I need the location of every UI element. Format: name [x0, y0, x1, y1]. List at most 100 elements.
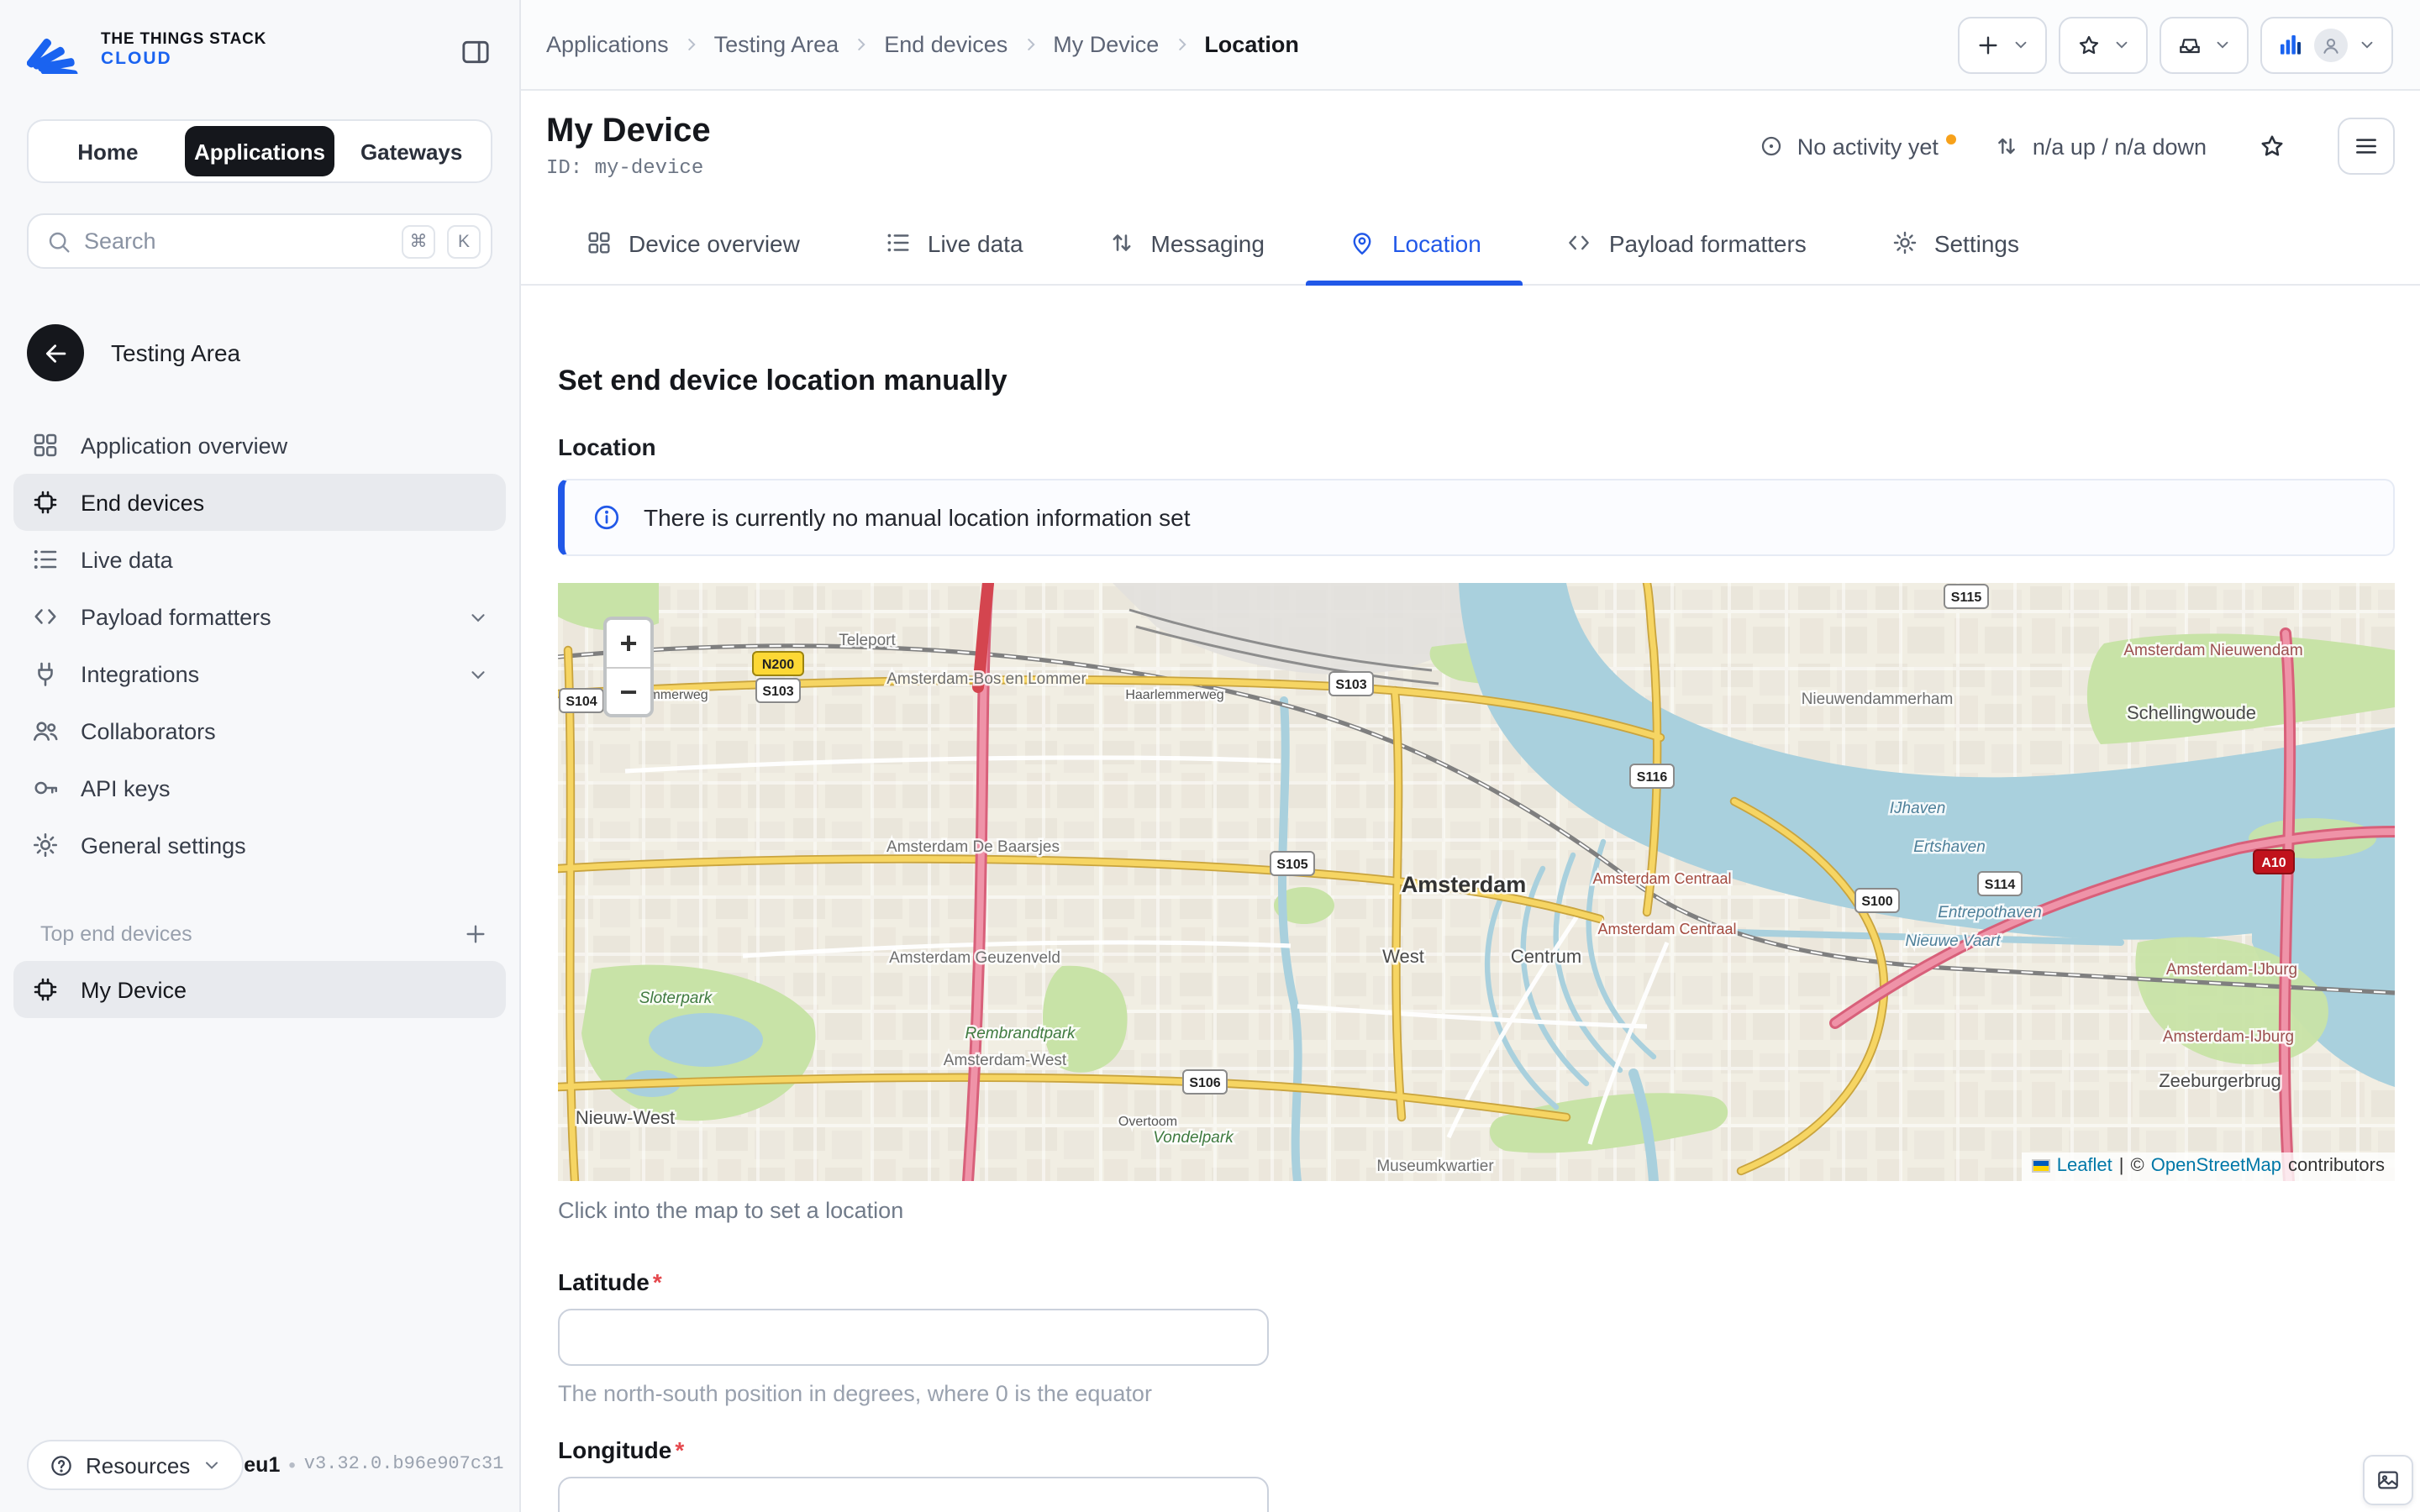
notifications-button[interactable]	[2160, 16, 2249, 73]
map-label: Haarlemmerweg	[1125, 688, 1223, 702]
breadcrumb-testing-area[interactable]: Testing Area	[714, 32, 839, 57]
road-shield: S103	[762, 685, 793, 699]
location-map[interactable]: N200 S103 S103 S104 S116 S105 S100 S114 …	[558, 583, 2395, 1181]
nav-tab-applications[interactable]: Applications	[185, 126, 334, 176]
road-shield: A10	[2261, 856, 2286, 870]
things-industries-mini-logo-icon	[2277, 31, 2304, 58]
grid-icon	[30, 430, 60, 460]
tab-label: Payload formatters	[1608, 229, 1807, 256]
longitude-input[interactable]	[558, 1477, 1269, 1512]
breadcrumb-applications[interactable]: Applications	[546, 32, 669, 57]
zoom-out-button[interactable]: −	[607, 667, 650, 714]
search-box: ⌘ K	[27, 213, 492, 269]
road-shield: S105	[1276, 858, 1307, 872]
sidebar-item-label: Live data	[81, 547, 173, 572]
plug-icon	[30, 659, 60, 689]
breadcrumb-end-devices[interactable]: End devices	[884, 32, 1007, 57]
sidebar-item-application-overview[interactable]: Application overview	[13, 417, 506, 474]
map-label: Amsterdam-IJburg	[2163, 1028, 2294, 1046]
favorite-device-button[interactable]	[2244, 118, 2301, 175]
device-meta: No activity yet n/a up / n/a down	[1759, 118, 2395, 175]
people-icon	[30, 716, 60, 746]
tab-payload-formatters[interactable]: Payload formatters	[1523, 202, 1849, 284]
attribution-separator: |	[2118, 1156, 2124, 1176]
sidebar-item-end-devices[interactable]: End devices	[13, 474, 506, 531]
sidebar-item-payload-formatters[interactable]: Payload formatters	[13, 588, 506, 645]
app-root: THE THINGS STACK CLOUD Home Applications…	[0, 0, 2420, 1512]
activity-status: No activity yet	[1759, 133, 1957, 160]
tab-label: Live data	[927, 229, 1023, 256]
nav-tab-gateways[interactable]: Gateways	[337, 126, 486, 176]
version-label: v3.32.0.b96e907c31	[303, 1455, 504, 1475]
add-end-device-button[interactable]	[462, 919, 492, 949]
location-section-title: Location	[558, 433, 656, 460]
list-icon	[884, 228, 913, 257]
map-label: IJhaven	[1890, 800, 1946, 817]
road-shield: S100	[1861, 895, 1892, 909]
tab-live-data[interactable]: Live data	[842, 202, 1065, 284]
shortcut-k-key: K	[447, 224, 481, 258]
map-label: Nieuwendammerham	[1802, 690, 1954, 708]
sidebar-item-general-settings[interactable]: General settings	[13, 816, 506, 874]
device-tabs: Device overview Live data Messaging Loca…	[521, 202, 2420, 286]
sidebar-top-nav: Home Applications Gateways	[27, 119, 492, 183]
tab-location[interactable]: Location	[1306, 202, 1523, 286]
sidebar-footer: Resources eu1 • v3.32.0.b96e907c31	[27, 1438, 503, 1492]
road-shield: S116	[1637, 770, 1668, 785]
map-label: Amsterdam Geuzenveld	[889, 949, 1060, 967]
map-label: Amsterdam-West	[944, 1052, 1067, 1069]
breadcrumb-my-device[interactable]: My Device	[1053, 32, 1159, 57]
profile-button[interactable]	[2260, 16, 2393, 73]
bookmarks-button[interactable]	[2059, 16, 2148, 73]
user-avatar	[2314, 28, 2348, 61]
map-zoom-control: + −	[603, 617, 654, 717]
shortcut-cmd-key: ⌘	[402, 224, 435, 258]
sidebar-item-label: My Device	[81, 977, 187, 1002]
device-chip-icon	[30, 974, 60, 1005]
feedback-button[interactable]	[2363, 1455, 2413, 1505]
search-input[interactable]	[84, 228, 390, 254]
map-hint: Click into the map to set a location	[558, 1198, 904, 1223]
arrow-left-icon	[41, 339, 70, 367]
resources-label: Resources	[86, 1452, 191, 1478]
cluster-info: eu1 • v3.32.0.b96e907c31	[244, 1453, 503, 1477]
star-icon	[2075, 31, 2102, 58]
sidebar-collapse-button[interactable]	[459, 34, 496, 71]
inbox-icon	[2176, 31, 2203, 58]
cluster-id: eu1	[244, 1453, 281, 1477]
sidebar-item-live-data[interactable]: Live data	[13, 531, 506, 588]
device-menu-button[interactable]	[2338, 118, 2395, 175]
device-header: My Device ID: my-device No activity yet …	[521, 91, 2420, 202]
nav-tab-home[interactable]: Home	[34, 126, 182, 176]
road-shield: S104	[566, 695, 597, 709]
breadcrumb: Applications Testing Area End devices My…	[546, 32, 1299, 57]
tab-device-overview[interactable]: Device overview	[543, 202, 842, 284]
openstreetmap-link[interactable]: OpenStreetMap	[2151, 1156, 2281, 1176]
chevron-right-icon	[1021, 35, 1039, 54]
quick-create-button[interactable]	[1958, 16, 2047, 73]
tab-settings[interactable]: Settings	[1849, 202, 2061, 284]
back-button[interactable]	[27, 324, 84, 381]
map-label: Entrepothaven	[1938, 904, 2042, 921]
resources-button[interactable]: Resources	[27, 1440, 245, 1490]
road-shield: S103	[1335, 678, 1366, 692]
sidebar-menu: Application overview End devices Live da…	[0, 417, 519, 874]
brand-logo[interactable]: THE THINGS STACK CLOUD	[27, 24, 266, 74]
sidebar-item-api-keys[interactable]: API keys	[13, 759, 506, 816]
leaflet-link[interactable]: Leaflet	[2057, 1156, 2112, 1176]
sidebar-item-my-device[interactable]: My Device	[13, 961, 506, 1018]
map-label: Centrum	[1511, 946, 1581, 967]
map-label: Schellingwoude	[2127, 702, 2256, 723]
top-end-devices-section: Top end devices	[40, 917, 492, 951]
map-label: Vondelpark	[1153, 1129, 1234, 1147]
sidebar-item-integrations[interactable]: Integrations	[13, 645, 506, 702]
zoom-in-button[interactable]: +	[607, 620, 650, 667]
contributors-label: contributors	[2288, 1156, 2385, 1176]
sidebar-item-collaborators[interactable]: Collaborators	[13, 702, 506, 759]
tab-messaging[interactable]: Messaging	[1065, 202, 1307, 284]
location-pin-icon	[1349, 228, 1377, 257]
brand-cloud-label: CLOUD	[101, 48, 172, 68]
required-marker: *	[675, 1436, 685, 1463]
latitude-input[interactable]	[558, 1309, 1269, 1366]
chevron-down-icon	[2358, 35, 2376, 54]
